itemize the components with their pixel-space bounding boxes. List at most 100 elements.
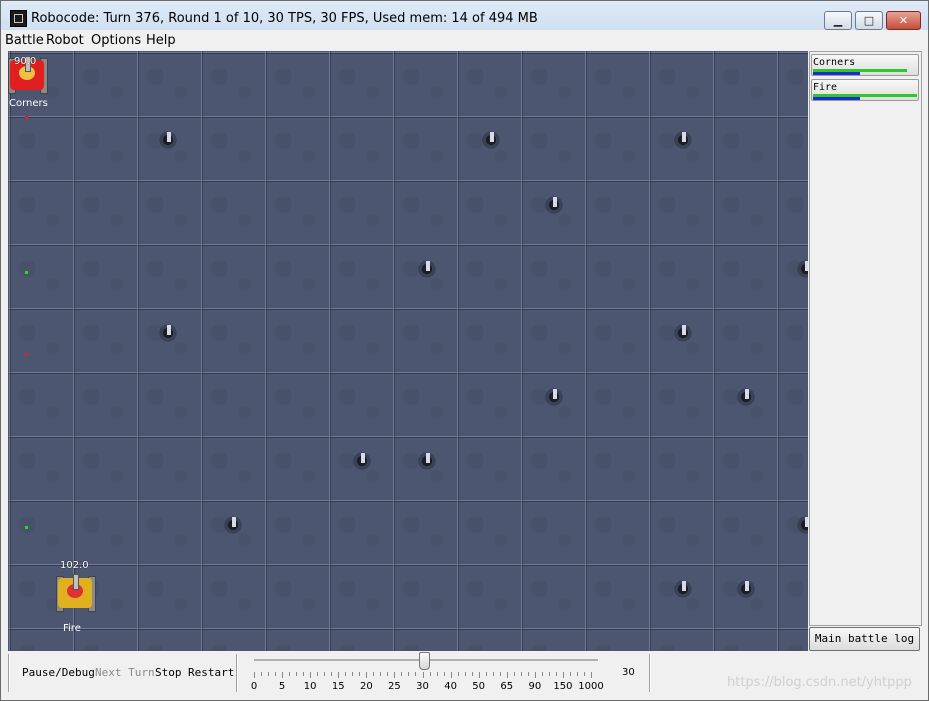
- bullet: [25, 116, 28, 119]
- slider-tick: [289, 672, 291, 676]
- explosion-crater: [541, 386, 567, 406]
- explosion-crater: [541, 194, 567, 214]
- gun-heat-bar: [813, 72, 860, 75]
- explosion-crater: [670, 578, 696, 598]
- slider-tick: [261, 672, 263, 676]
- slider-tick-label: 65: [500, 681, 514, 692]
- slider-tick: [506, 672, 508, 678]
- menu-robot[interactable]: Robot: [46, 33, 84, 48]
- slider-tick: [282, 672, 284, 678]
- slider-tick: [569, 672, 571, 676]
- explosion-crater: [670, 322, 696, 342]
- explosion-crater: [793, 514, 808, 534]
- bullet: [25, 526, 28, 529]
- slider-tick: [352, 672, 354, 676]
- slider-tick: [492, 672, 494, 676]
- robot-button-label: Corners: [813, 57, 856, 68]
- watermark: https://blog.csdn.net/yhtppp: [727, 675, 912, 690]
- slider-tick: [275, 672, 277, 676]
- robot-energy-label: 90.0: [14, 56, 37, 67]
- maximize-icon: □: [863, 14, 875, 27]
- slider-tick: [520, 672, 522, 676]
- slider-tick-label: 20: [359, 681, 373, 692]
- slider-tick: [443, 672, 445, 676]
- restart-button[interactable]: Restart: [188, 666, 234, 679]
- divider: [649, 654, 651, 692]
- slider-tick: [408, 672, 410, 676]
- slider-tick: [562, 672, 564, 678]
- explosion-crater: [155, 129, 181, 149]
- slider-tick: [548, 672, 550, 676]
- robot-name-label: Corners: [9, 98, 48, 109]
- menu-help[interactable]: Help: [146, 33, 176, 48]
- explosion-crater: [414, 258, 440, 278]
- slider-tick-label: 40: [444, 681, 457, 692]
- slider-tick: [513, 672, 515, 676]
- slider-tick: [394, 672, 396, 678]
- minimize-icon: ▁: [833, 14, 843, 27]
- slider-tick: [415, 672, 417, 676]
- slider-tick: [485, 672, 487, 676]
- robot-button-label: Fire: [813, 82, 838, 93]
- explosion-crater: [478, 129, 504, 149]
- menu-bar: Battle Robot Options Help: [1, 31, 928, 50]
- slider-tick: [478, 672, 480, 678]
- main-battle-log-button[interactable]: Main battle log: [809, 627, 920, 651]
- robocode-app-icon[interactable]: [10, 10, 27, 27]
- close-button[interactable]: ✕: [886, 11, 921, 30]
- slider-tick: [387, 672, 389, 676]
- slider-tick: [422, 672, 424, 678]
- slider-tick: [534, 672, 536, 678]
- slider-tick-label: 10: [303, 681, 317, 692]
- explosion-crater: [670, 129, 696, 149]
- slider-tick-label: 1000: [578, 681, 604, 692]
- slider-tick: [576, 672, 578, 676]
- stop-button[interactable]: Stop: [155, 666, 182, 679]
- slider-tick: [331, 672, 333, 676]
- slider-tick: [471, 672, 473, 676]
- robot-name-label: Fire: [63, 623, 81, 634]
- robot-energy-label: 102.0: [60, 560, 89, 571]
- battlefield[interactable]: 90.0 Corners 102.0 Fire: [8, 51, 808, 651]
- menu-battle[interactable]: Battle: [5, 33, 44, 48]
- slider-tick: [450, 672, 452, 678]
- slider-tick: [457, 672, 459, 676]
- maximize-button[interactable]: □: [855, 11, 883, 30]
- window-title: Robocode: Turn 376, Round 1 of 10, 30 TP…: [31, 11, 538, 26]
- slider-tick: [345, 672, 347, 676]
- slider-tick-label: 30: [416, 681, 429, 692]
- robot-fire[interactable]: [56, 574, 96, 612]
- slider-tick: [541, 672, 543, 676]
- slider-tick: [303, 672, 305, 676]
- slider-tick: [359, 672, 361, 676]
- explosion-crater: [733, 578, 759, 598]
- next-turn-button[interactable]: Next Turn: [95, 666, 155, 679]
- menu-options[interactable]: Options: [91, 33, 141, 48]
- slider-tick-label: 0: [250, 681, 258, 692]
- bullet: [25, 271, 28, 274]
- explosion-crater: [349, 450, 375, 470]
- slider-tick: [366, 672, 368, 678]
- slider-tick: [380, 672, 382, 676]
- tps-value: 30: [622, 667, 635, 678]
- explosion-crater: [220, 514, 246, 534]
- robot-button-corners[interactable]: Corners: [811, 54, 919, 76]
- slider-tick-label: 150: [553, 681, 573, 692]
- minimize-button[interactable]: ▁: [824, 11, 852, 30]
- slider-tick: [310, 672, 312, 678]
- slider-tick: [338, 672, 340, 678]
- slider-tick: [499, 672, 501, 676]
- slider-tick: [591, 672, 592, 678]
- title-bar[interactable]: Robocode: Turn 376, Round 1 of 10, 30 TP…: [1, 1, 928, 30]
- divider: [236, 654, 238, 692]
- tps-slider-thumb[interactable]: [419, 652, 430, 670]
- robot-button-fire[interactable]: Fire: [811, 79, 919, 101]
- slider-tick: [436, 672, 438, 676]
- slider-tick-label: 25: [388, 681, 401, 692]
- explosion-crater: [733, 386, 759, 406]
- explosion-crater: [414, 450, 440, 470]
- pause-debug-button[interactable]: Pause/Debug: [22, 666, 95, 679]
- slider-tick: [324, 672, 326, 676]
- explosion-crater: [155, 322, 181, 342]
- slider-tick: [527, 672, 529, 676]
